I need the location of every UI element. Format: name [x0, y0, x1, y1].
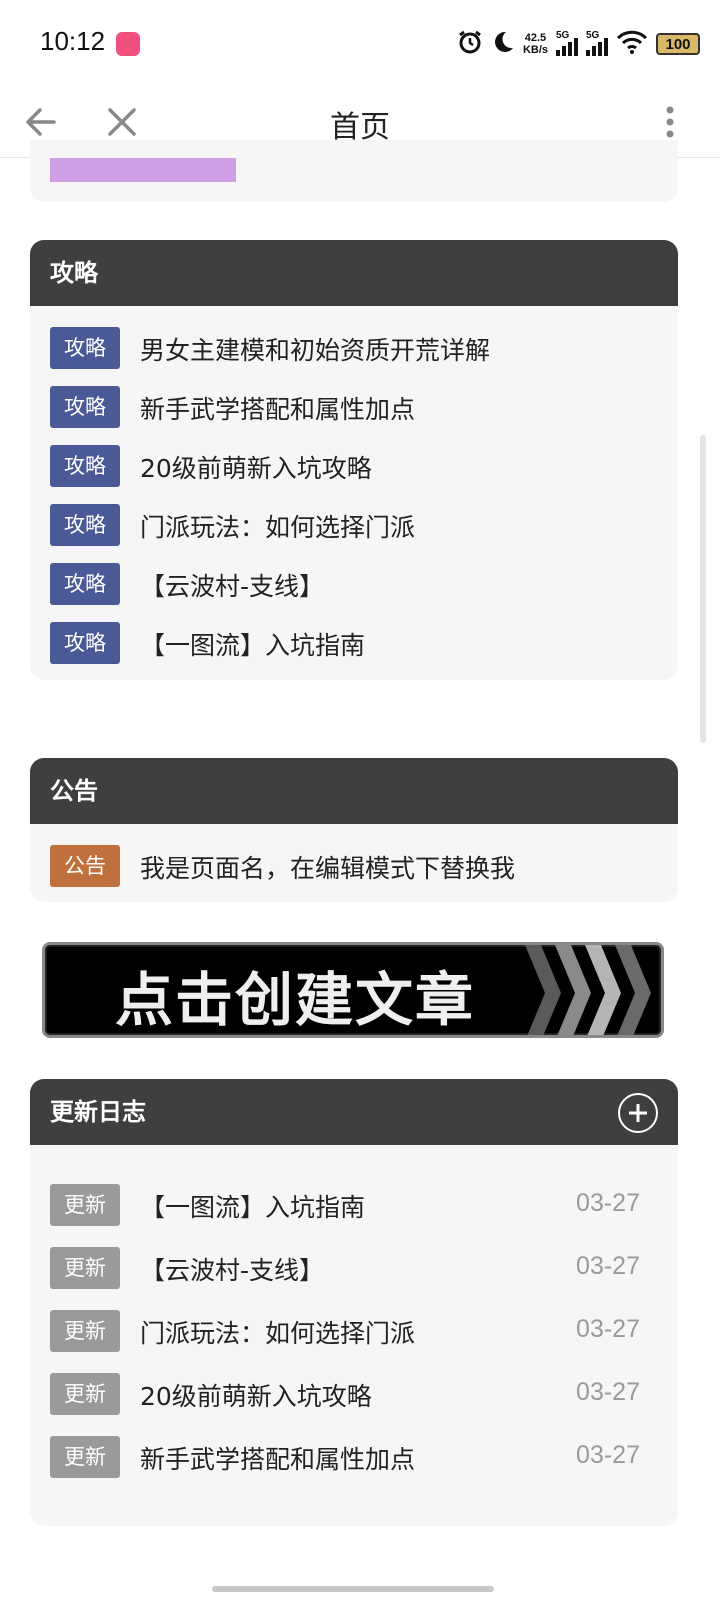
list-item-title[interactable]: 门派玩法：如何选择门派 — [140, 1314, 415, 1350]
add-icon[interactable] — [618, 1093, 658, 1133]
list-item-date: 03-27 — [576, 1252, 640, 1280]
list-item-date: 03-27 — [576, 1189, 640, 1217]
list-item-title[interactable]: 门派玩法：如何选择门派 — [140, 508, 415, 544]
alarm-icon — [457, 29, 483, 59]
status-icons: 42.5 KB/s 5G 5G 100 — [457, 28, 700, 60]
list-item-title[interactable]: 新手武学搭配和属性加点 — [140, 1440, 415, 1476]
guide-tag: 攻略 — [50, 327, 120, 369]
guide-tag: 攻略 — [50, 622, 120, 664]
list-item[interactable]: 攻略 【一图流】入坑指南 — [30, 613, 678, 672]
list-item-title[interactable]: 【一图流】入坑指南 — [140, 626, 365, 662]
guide-tag: 攻略 — [50, 504, 120, 546]
guide-card: 攻略 攻略 男女主建模和初始资质开荒详解 攻略 新手武学搭配和属性加点 攻略 2… — [30, 240, 678, 680]
status-time: 10:12 — [40, 26, 106, 56]
signal-label-2: 5G — [586, 30, 600, 41]
battery-icon: 100 — [656, 33, 700, 55]
notice-tag: 公告 — [50, 845, 120, 887]
guide-tag: 攻略 — [50, 445, 120, 487]
list-item-date: 03-27 — [576, 1441, 640, 1469]
app-notification-icon — [116, 32, 140, 56]
list-item-title[interactable]: 男女主建模和初始资质开荒详解 — [140, 331, 490, 367]
list-item[interactable]: 攻略 门派玩法：如何选择门派 — [30, 495, 678, 554]
list-item[interactable]: 攻略 新手武学搭配和属性加点 — [30, 377, 678, 436]
list-item-title[interactable]: 20级前萌新入坑攻略 — [140, 1377, 372, 1413]
network-speed: 42.5 KB/s — [523, 32, 548, 56]
list-item-date: 03-27 — [576, 1378, 640, 1406]
update-log-title: 更新日志 — [50, 1098, 146, 1126]
list-item-title[interactable]: 新手武学搭配和属性加点 — [140, 390, 415, 426]
list-item[interactable]: 更新 【云波村-支线】 03-27 — [30, 1238, 678, 1301]
signal-label-1: 5G — [556, 30, 570, 41]
guide-tag: 攻略 — [50, 386, 120, 428]
list-item[interactable]: 更新 20级前萌新入坑攻略 03-27 — [30, 1364, 678, 1427]
notice-card: 公告 公告 我是页面名，在编辑模式下替换我 — [30, 758, 678, 902]
signal-icon-1: 5G — [556, 30, 578, 56]
list-item-title[interactable]: 【云波村-支线】 — [140, 1251, 324, 1287]
moon-icon — [491, 30, 515, 58]
scrollbar[interactable] — [700, 435, 706, 743]
list-item-title[interactable]: 【云波村-支线】 — [140, 567, 324, 603]
network-speed-value: 42.5 — [524, 32, 547, 44]
list-item-title[interactable]: 20级前萌新入坑攻略 — [140, 449, 372, 485]
list-item-title[interactable]: 【一图流】入坑指南 — [140, 1188, 365, 1224]
banner-text: 点击创建文章 — [115, 966, 476, 1034]
status-bar: 10:12 42.5 KB/s 5G 5G 100 — [0, 0, 720, 88]
update-tag: 更新 — [50, 1436, 120, 1478]
more-menu-icon[interactable] — [660, 100, 680, 144]
home-indicator[interactable] — [212, 1586, 494, 1592]
guide-header: 攻略 — [30, 240, 678, 306]
list-item[interactable]: 更新 【一图流】入坑指南 03-27 — [30, 1175, 678, 1238]
list-item-date: 03-27 — [576, 1315, 640, 1343]
create-article-banner[interactable]: 点击创建文章 — [42, 942, 664, 1038]
guide-tag: 攻略 — [50, 563, 120, 605]
list-item[interactable]: 更新 门派玩法：如何选择门派 03-27 — [30, 1301, 678, 1364]
list-item-title[interactable]: 我是页面名，在编辑模式下替换我 — [140, 849, 515, 885]
update-tag: 更新 — [50, 1310, 120, 1352]
list-item[interactable]: 攻略 【云波村-支线】 — [30, 554, 678, 613]
wifi-icon — [616, 30, 648, 58]
update-tag: 更新 — [50, 1373, 120, 1415]
update-log-header: 更新日志 — [30, 1079, 678, 1145]
list-item[interactable]: 攻略 男女主建模和初始资质开荒详解 — [30, 318, 678, 377]
list-item[interactable]: 公告 我是页面名，在编辑模式下替换我 — [30, 836, 678, 895]
update-tag: 更新 — [50, 1247, 120, 1289]
update-log-card: 更新日志 更新 【一图流】入坑指南 03-27 更新 【云波村-支线】 03-2… — [30, 1079, 678, 1526]
list-item[interactable]: 攻略 20级前萌新入坑攻略 — [30, 436, 678, 495]
notice-header: 公告 — [30, 758, 678, 824]
chevron-right-icon — [615, 945, 651, 1035]
update-tag: 更新 — [50, 1184, 120, 1226]
list-item[interactable]: 更新 新手武学搭配和属性加点 03-27 — [30, 1427, 678, 1490]
purple-block — [50, 158, 236, 182]
signal-icon-2: 5G — [586, 30, 608, 56]
network-speed-unit: KB/s — [522, 44, 548, 56]
